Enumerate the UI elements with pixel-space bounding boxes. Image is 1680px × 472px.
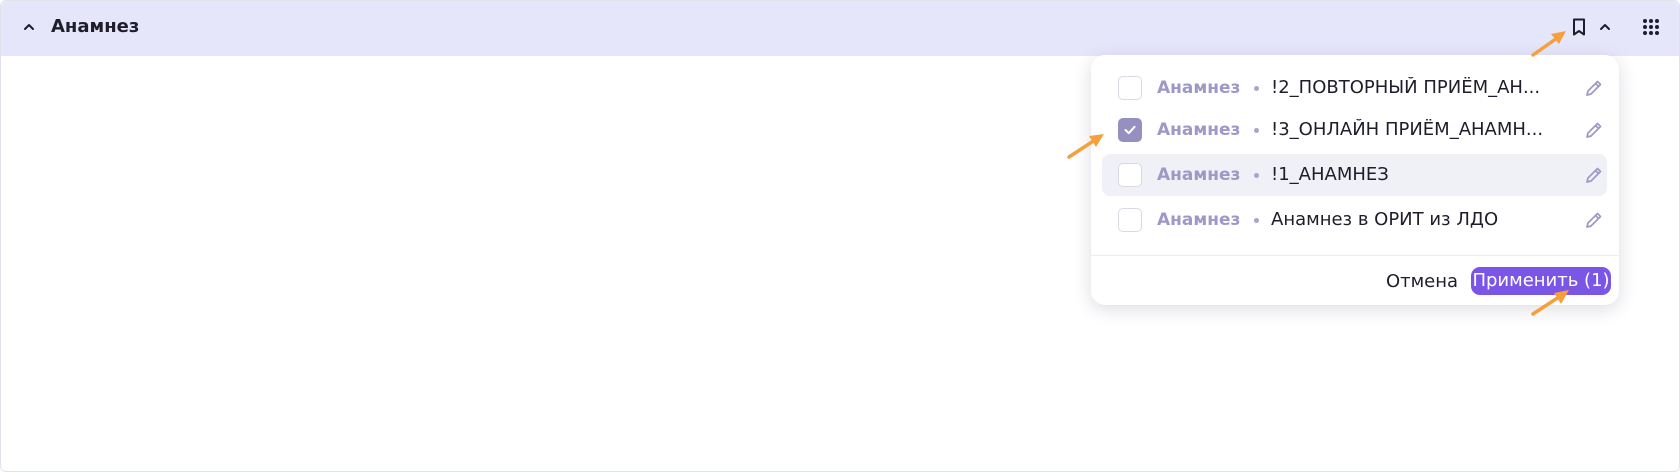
item-category: Анамнез [1157, 165, 1241, 185]
edit-button[interactable] [1582, 76, 1606, 100]
template-checkbox[interactable] [1118, 76, 1142, 100]
apps-menu-button[interactable] [1639, 15, 1663, 39]
templates-button[interactable] [1567, 15, 1591, 39]
pencil-icon [1586, 122, 1602, 138]
separator-dot [1254, 86, 1259, 91]
grid-icon [1643, 19, 1659, 35]
section-title: Анамнез [51, 16, 140, 37]
footer-divider [1091, 255, 1619, 256]
panel-header: Анамнез [1, 1, 1679, 56]
template-checkbox[interactable] [1118, 163, 1142, 187]
list-item[interactable]: Анамнез Анамнез в ОРИТ из ЛДО [1102, 199, 1607, 241]
edit-button[interactable] [1582, 163, 1606, 187]
item-category: Анамнез [1157, 78, 1241, 98]
pencil-icon [1586, 212, 1602, 228]
separator-dot [1254, 218, 1259, 223]
item-name: !3_ОНЛАЙН ПРИЁМ_АНАМН... [1271, 119, 1544, 140]
list-item[interactable]: Анамнез !1_АНАМНЕЗ [1102, 154, 1607, 196]
item-category: Анамнез [1157, 210, 1241, 230]
checkmark-icon [1124, 125, 1136, 135]
item-category: Анамнез [1157, 120, 1241, 140]
list-item[interactable]: Анамнез !3_ОНЛАЙН ПРИЁМ_АНАМН... [1102, 109, 1607, 151]
chevron-up-icon [1600, 24, 1610, 30]
separator-dot [1254, 128, 1259, 133]
edit-button[interactable] [1582, 208, 1606, 232]
chevron-up-icon [24, 24, 34, 30]
pencil-icon [1586, 80, 1602, 96]
separator-dot [1254, 173, 1259, 178]
edit-button[interactable] [1582, 118, 1606, 142]
item-name: Анамнез в ОРИТ из ЛДО [1271, 209, 1499, 230]
list-item[interactable]: Анамнез !2_ПОВТОРНЫЙ ПРИЁМ_АН... [1102, 67, 1607, 109]
item-name: !2_ПОВТОРНЫЙ ПРИЁМ_АН... [1271, 77, 1541, 98]
apply-button[interactable]: Применить (1) [1471, 267, 1611, 295]
cancel-button[interactable]: Отмена [1382, 268, 1462, 296]
pencil-icon [1586, 167, 1602, 183]
template-dropdown: Анамнез !2_ПОВТОРНЫЙ ПРИЁМ_АН... Анамнез… [1091, 55, 1619, 305]
template-checkbox[interactable] [1118, 118, 1142, 142]
collapse-button[interactable] [17, 15, 41, 39]
item-name: !1_АНАМНЕЗ [1271, 164, 1389, 185]
expand-toggle-button[interactable] [1593, 15, 1617, 39]
bookmark-icon [1573, 18, 1585, 36]
template-checkbox[interactable] [1118, 208, 1142, 232]
